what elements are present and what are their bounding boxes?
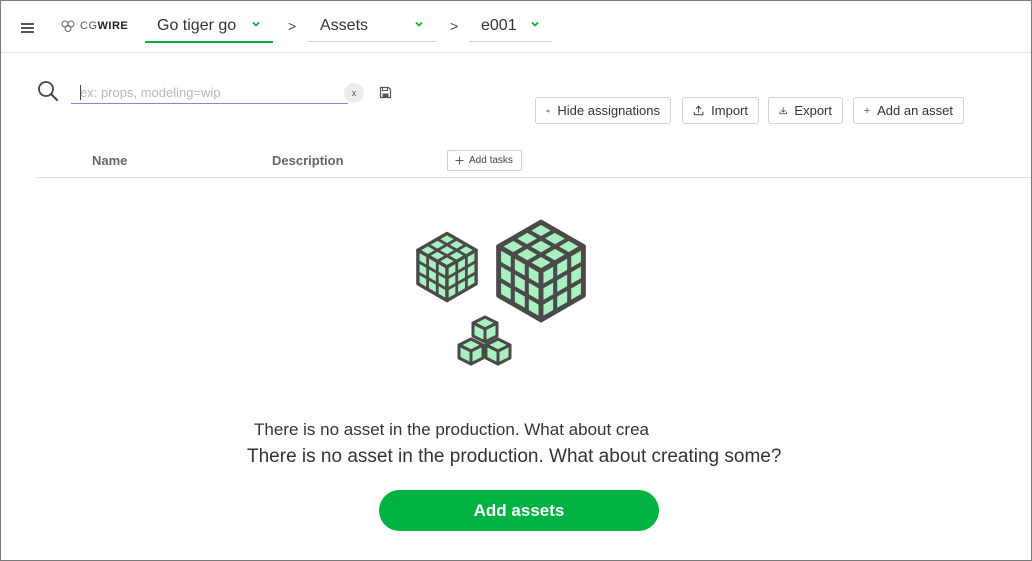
hide-assignations-label: Hide assignations xyxy=(557,103,660,118)
download-icon xyxy=(779,107,787,115)
cgwire-logo[interactable]: CGWIRE xyxy=(61,17,128,35)
chevron-down-icon xyxy=(415,21,423,27)
save-search-icon[interactable] xyxy=(379,86,392,99)
table-header-divider xyxy=(37,177,1031,178)
clear-search-button[interactable]: x xyxy=(344,83,364,103)
add-tasks-button[interactable]: Add tasks xyxy=(447,150,522,171)
hide-assignations-button[interactable]: Hide assignations xyxy=(535,97,671,124)
empty-message: There is no asset in the production. Wha… xyxy=(247,447,807,467)
production-selector[interactable]: Go tiger go xyxy=(145,10,273,43)
breadcrumb-separator: > xyxy=(288,18,297,34)
import-button[interactable]: Import xyxy=(682,97,759,124)
export-label: Export xyxy=(794,103,832,118)
section-name: Assets xyxy=(320,17,369,34)
logo-mark-icon xyxy=(61,20,75,32)
empty-message-clipped: There is no asset in the production. Wha… xyxy=(254,420,650,439)
cubes-illustration-icon xyxy=(416,211,601,366)
plus-icon xyxy=(455,156,464,165)
eye-off-icon xyxy=(546,108,551,113)
breadcrumb-separator: > xyxy=(450,18,459,34)
add-assets-button[interactable]: Add assets xyxy=(379,490,659,531)
add-tasks-label: Add tasks xyxy=(469,155,513,166)
episode-name: e001 xyxy=(481,17,517,34)
upload-icon xyxy=(693,105,704,116)
top-bar: CGWIRE Go tiger go > Assets > e001 xyxy=(1,1,1031,53)
search-input[interactable] xyxy=(71,81,348,104)
chevron-down-icon xyxy=(531,21,539,27)
add-asset-label: Add an asset xyxy=(877,103,953,118)
menu-icon[interactable] xyxy=(21,21,35,33)
section-selector[interactable]: Assets xyxy=(308,10,436,42)
search-icon xyxy=(38,81,58,101)
chevron-down-icon xyxy=(252,21,260,27)
production-name: Go tiger go xyxy=(157,17,237,34)
plus-icon xyxy=(864,107,870,114)
episode-selector[interactable]: e001 xyxy=(469,10,552,42)
import-label: Import xyxy=(711,103,748,118)
column-header-name[interactable]: Name xyxy=(92,153,127,168)
export-button[interactable]: Export xyxy=(768,97,843,124)
column-header-description[interactable]: Description xyxy=(272,153,344,168)
empty-message-text: There is no asset in the production. Wha… xyxy=(247,447,782,467)
app-window: CGWIRE Go tiger go > Assets > e001 x xyxy=(0,0,1032,561)
text-cursor xyxy=(80,85,81,100)
logo-text: CGWIRE xyxy=(80,20,129,32)
add-asset-button[interactable]: Add an asset xyxy=(853,97,964,124)
